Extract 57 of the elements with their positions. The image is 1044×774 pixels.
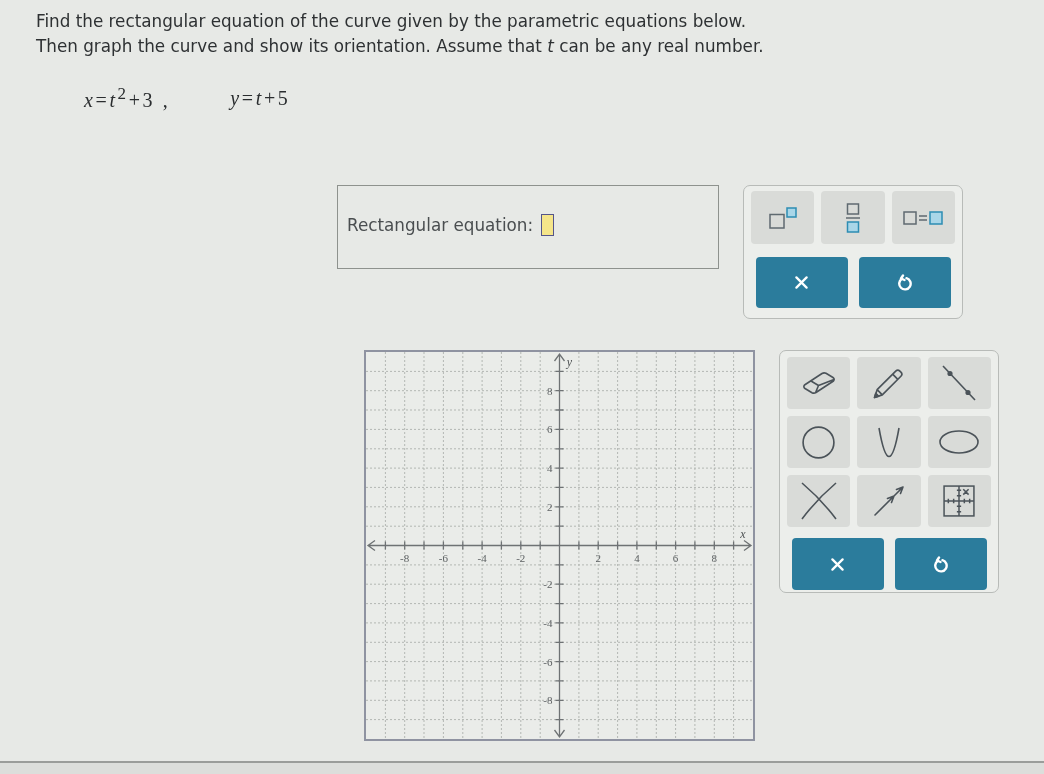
equation-text: y=t+5 bbox=[230, 86, 291, 110]
eraser-icon bbox=[801, 371, 836, 395]
coordinate-grid[interactable]: -8 -6 -4 -2 2 4 6 8 -8 -6 -4 -2 2 4 6 8 x y bbox=[364, 350, 755, 741]
superscript-button[interactable] bbox=[751, 191, 815, 244]
close-icon bbox=[831, 557, 844, 571]
undo-icon bbox=[897, 274, 912, 291]
crossing-tool-button[interactable] bbox=[787, 475, 851, 527]
undo-button[interactable] bbox=[894, 538, 987, 590]
tick-label: -4 bbox=[477, 551, 487, 564]
tick-label: 4 bbox=[634, 551, 640, 564]
equation-text: x=t$^{2}$+3 , bbox=[84, 84, 171, 112]
tick-label: -2 bbox=[516, 551, 526, 564]
undo-button[interactable] bbox=[858, 257, 951, 308]
crossed-curves-icon bbox=[800, 482, 837, 520]
tick-label: 6 bbox=[672, 551, 679, 564]
undo-icon bbox=[933, 555, 948, 573]
fraction-icon bbox=[846, 202, 860, 233]
ellipse-tool-button[interactable] bbox=[927, 416, 991, 468]
ellipse-icon bbox=[938, 430, 981, 454]
tick-label: -8 bbox=[400, 551, 410, 564]
tick-label: -8 bbox=[543, 694, 553, 707]
tick-label: 2 bbox=[547, 500, 553, 513]
pencil-tool-button[interactable] bbox=[857, 357, 921, 409]
fraction-button[interactable] bbox=[821, 191, 885, 244]
axis-label: x bbox=[740, 526, 746, 541]
equals-icon bbox=[903, 210, 944, 225]
clear-button[interactable] bbox=[755, 257, 848, 308]
tick-label: 8 bbox=[547, 384, 553, 397]
answer-label: Rectangular equation: bbox=[347, 215, 534, 235]
instruction-text: Find the rectangular equation of the curve given by the parametric equations below. bbox=[36, 10, 748, 33]
instruction-text: Then graph the curve and show its orientation. Assume that t can be any real number. bbox=[36, 35, 765, 58]
circle-tool-button[interactable] bbox=[787, 416, 851, 468]
equation-button[interactable] bbox=[891, 191, 955, 244]
tick-label: -6 bbox=[543, 655, 553, 668]
answer-box[interactable] bbox=[541, 214, 555, 236]
tick-label: 2 bbox=[595, 551, 601, 564]
axis-label: y bbox=[566, 355, 573, 369]
arrow-tool-button[interactable] bbox=[857, 475, 921, 527]
arrow-icon bbox=[874, 486, 904, 516]
tick-label: -4 bbox=[543, 616, 553, 629]
tick-label: 6 bbox=[547, 423, 553, 436]
superscript-icon bbox=[768, 206, 797, 229]
grid-icon bbox=[943, 485, 976, 517]
tick-label: -2 bbox=[543, 578, 553, 591]
line-segment-icon bbox=[942, 365, 977, 401]
clear-button[interactable] bbox=[791, 538, 884, 590]
tick-label: 4 bbox=[547, 462, 553, 475]
tick-label: -6 bbox=[438, 551, 448, 564]
close-icon bbox=[795, 276, 808, 289]
grid-tool-button[interactable] bbox=[927, 475, 991, 527]
parabola-icon bbox=[878, 426, 900, 458]
segment-tool-button[interactable] bbox=[927, 357, 991, 409]
eraser-tool-button[interactable] bbox=[787, 357, 851, 409]
tick-label: 8 bbox=[711, 551, 718, 564]
circle-icon bbox=[802, 425, 836, 459]
pencil-icon bbox=[873, 367, 905, 399]
parabola-tool-button[interactable] bbox=[857, 416, 921, 468]
